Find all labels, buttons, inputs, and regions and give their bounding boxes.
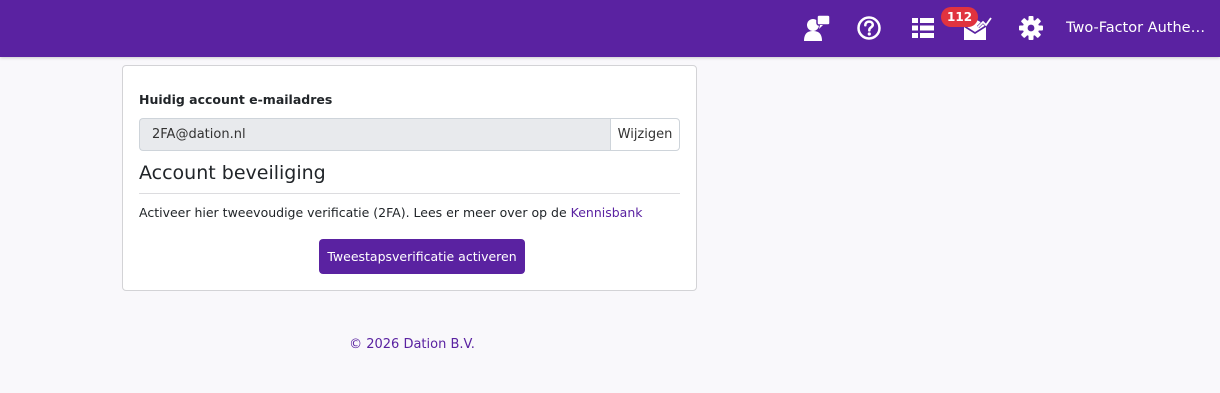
divider: [139, 193, 680, 194]
notification-count-badge: 112: [941, 7, 979, 27]
gear-icon[interactable]: [1015, 12, 1047, 44]
list-icon[interactable]: [907, 12, 939, 44]
email-label: Huidig account e-mailadres: [139, 92, 333, 107]
two-factor-description: Activeer hier tweevoudige verificatie (2…: [139, 204, 643, 222]
top-navigation-items: 112 Two-Factor Authentication: [0, 0, 1220, 57]
top-navigation-bar: 112 Two-Factor Authentication: [0, 0, 1220, 57]
email-input-group: 2FA@dation.nl Wijzigen: [139, 118, 680, 151]
support-chat-icon[interactable]: [801, 12, 833, 44]
activate-two-factor-button[interactable]: Tweestapsverificatie activeren: [319, 239, 525, 274]
change-email-button[interactable]: Wijzigen: [610, 118, 680, 151]
user-menu[interactable]: Two-Factor Authentication: [1066, 18, 1214, 38]
knowledge-base-link[interactable]: Kennisbank: [571, 205, 643, 220]
footer-copyright: © 2026 Dation B.V.: [349, 337, 475, 352]
help-icon[interactable]: [853, 12, 885, 44]
section-title: Account beveiliging: [139, 162, 326, 184]
email-field[interactable]: 2FA@dation.nl: [139, 118, 610, 151]
account-settings-card: Huidig account e-mailadres 2FA@dation.nl…: [122, 65, 697, 291]
description-text: Activeer hier tweevoudige verificatie (2…: [139, 205, 567, 220]
